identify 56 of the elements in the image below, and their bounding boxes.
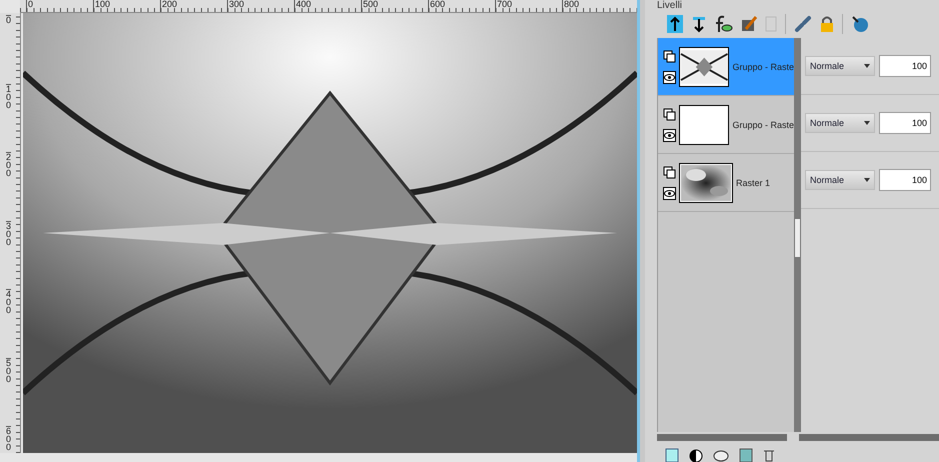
globe-icon[interactable] xyxy=(851,15,869,33)
move-up-icon[interactable] xyxy=(667,15,683,33)
layer-name: Gruppo - Raste xyxy=(732,62,794,72)
frame-icon[interactable] xyxy=(739,448,753,462)
ruler-label: 300 xyxy=(6,220,11,289)
ruler-label: 400 xyxy=(6,289,11,358)
layer-thumbnail xyxy=(679,162,733,202)
layer-type-icon xyxy=(663,166,676,178)
link-icon[interactable] xyxy=(794,15,812,33)
ruler-label: 0 xyxy=(26,0,93,12)
ruler-label: 400 xyxy=(294,0,361,12)
ruler-label: 200 xyxy=(6,152,11,220)
lock-icon[interactable] xyxy=(820,15,834,33)
ruler-label: 800 xyxy=(562,0,629,12)
layer-name: Raster 1 xyxy=(736,178,770,188)
dropdown-arrow-icon xyxy=(864,178,870,182)
eye-icon[interactable] xyxy=(663,128,676,142)
layer-type-icon xyxy=(663,108,676,120)
scrollbar[interactable] xyxy=(657,434,787,440)
move-down-icon[interactable] xyxy=(691,15,707,33)
brush-icon[interactable] xyxy=(741,16,757,32)
ruler-label: 700 xyxy=(495,0,562,12)
ruler-label: 300 xyxy=(227,0,294,12)
blend-mode-dropdown[interactable]: Normale xyxy=(805,170,875,190)
splitter-handle[interactable] xyxy=(794,218,801,258)
layer-thumbnail xyxy=(679,104,730,144)
ruler-label: 500 xyxy=(361,0,428,12)
layer-row[interactable]: Raster 1 xyxy=(658,154,794,212)
scrollbar[interactable] xyxy=(799,434,939,440)
dropdown-arrow-icon xyxy=(864,121,870,125)
mask-icon xyxy=(765,16,777,32)
ruler-label: 100 xyxy=(6,84,11,152)
layer-name: Gruppo - Raste xyxy=(732,120,794,130)
ruler-label: 600 xyxy=(6,426,11,462)
layer-type-icon xyxy=(663,50,676,62)
opacity-field[interactable]: 100 xyxy=(879,169,931,191)
trash-icon[interactable] xyxy=(763,448,775,462)
eye-icon[interactable] xyxy=(663,186,676,200)
layer-row[interactable]: Gruppo - Raste xyxy=(658,38,794,96)
opacity-field[interactable]: 100 xyxy=(879,112,931,134)
opacity-field[interactable]: 100 xyxy=(879,55,931,77)
ruler-label: 0 xyxy=(6,15,11,84)
ruler-label: 600 xyxy=(428,0,495,12)
contrast-icon[interactable] xyxy=(689,448,703,462)
blend-mode-dropdown[interactable]: Normale xyxy=(805,113,875,133)
dropdown-arrow-icon xyxy=(864,64,870,68)
layer-thumbnail xyxy=(679,46,730,86)
new-layer-icon[interactable] xyxy=(665,448,679,462)
ruler-label: 200 xyxy=(160,0,227,12)
effects-icon[interactable] xyxy=(715,15,733,33)
panel-title: Livelli xyxy=(656,0,682,11)
eye-icon[interactable] xyxy=(663,70,676,84)
layer-row[interactable]: Gruppo - Raste xyxy=(658,96,794,154)
blend-mode-dropdown[interactable]: Normale xyxy=(805,56,875,76)
ruler-label: 100 xyxy=(93,0,160,12)
ruler-label: 500 xyxy=(6,358,11,426)
